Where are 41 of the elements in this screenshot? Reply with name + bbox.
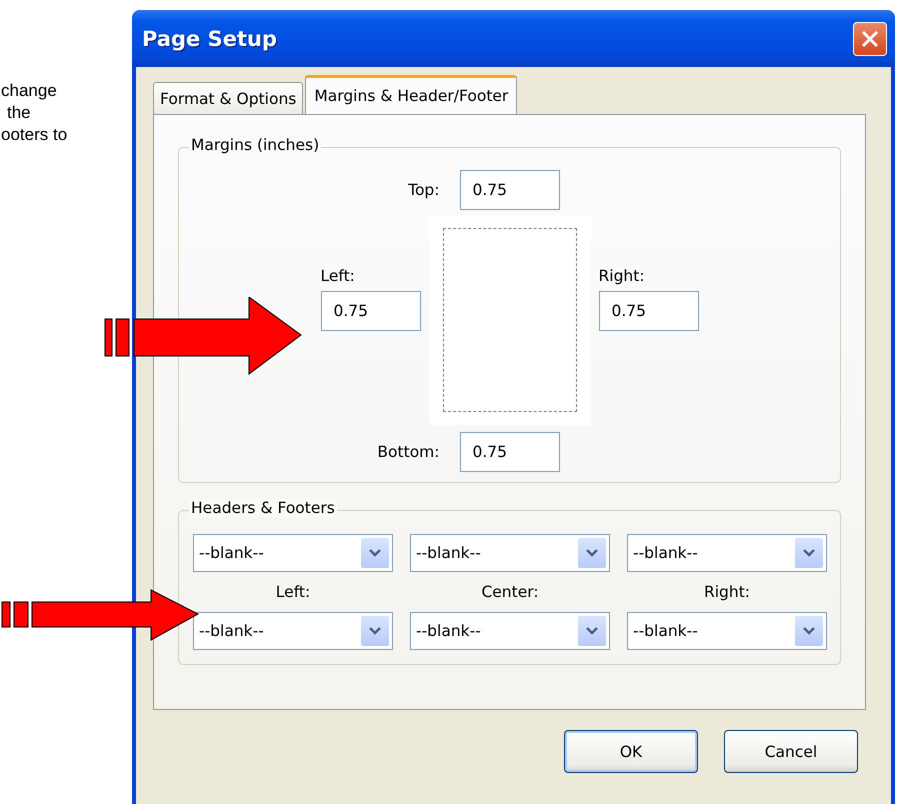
field-label: Bottom: — [377, 443, 440, 461]
footer-dropdown[interactable]: --blank-- — [193, 612, 393, 650]
ok-button[interactable]: OK — [564, 730, 698, 773]
dropdown-button[interactable] — [795, 538, 823, 568]
chevron-down-icon — [368, 626, 382, 636]
cancel-button[interactable]: Cancel — [724, 730, 858, 773]
position-label: Center: — [481, 583, 539, 601]
dropdown-button[interactable] — [795, 616, 823, 646]
right-margin-field[interactable]: 0.75 — [598, 291, 698, 331]
footer-dropdown[interactable]: --blank-- — [627, 612, 827, 650]
dropdown-button[interactable] — [361, 616, 389, 646]
bottom-margin-field[interactable]: 0.75 — [460, 432, 560, 472]
tab[interactable]: Margins & Header/Footer — [305, 75, 518, 114]
close-icon — [860, 28, 880, 48]
close-button[interactable] — [853, 22, 887, 56]
position-label: Left: — [276, 583, 310, 601]
dropdown-button[interactable] — [578, 538, 606, 568]
dropdown-button[interactable] — [361, 538, 389, 568]
left-margin-field[interactable]: 0.75 — [320, 291, 420, 331]
chevron-down-icon — [802, 626, 816, 636]
position-label: Right: — [704, 583, 750, 601]
footer-dropdown[interactable]: --blank-- — [410, 612, 610, 650]
chevron-down-icon — [585, 548, 599, 558]
dropdown-button[interactable] — [578, 616, 606, 646]
note-text: change — [1, 80, 58, 102]
note-text: the — [6, 102, 32, 124]
tab[interactable]: Format & Options — [153, 82, 304, 114]
field-label: Right: — [598, 267, 645, 285]
field-label: Top: — [408, 181, 440, 199]
group-title: Margins (inches) — [189, 136, 322, 154]
note-text: ooters to — [1, 124, 68, 146]
header-dropdown[interactable]: --blank-- — [627, 534, 827, 572]
header-dropdown[interactable]: --blank-- — [410, 534, 610, 572]
chevron-down-icon — [368, 548, 382, 558]
chevron-down-icon — [585, 626, 599, 636]
field-label: Left: — [320, 267, 356, 285]
group-title: Headers & Footers — [189, 499, 337, 517]
header-dropdown[interactable]: --blank-- — [193, 534, 393, 572]
window-title: Page Setup — [142, 26, 277, 50]
chevron-down-icon — [802, 548, 816, 558]
top-margin-field[interactable]: 0.75 — [460, 170, 560, 210]
